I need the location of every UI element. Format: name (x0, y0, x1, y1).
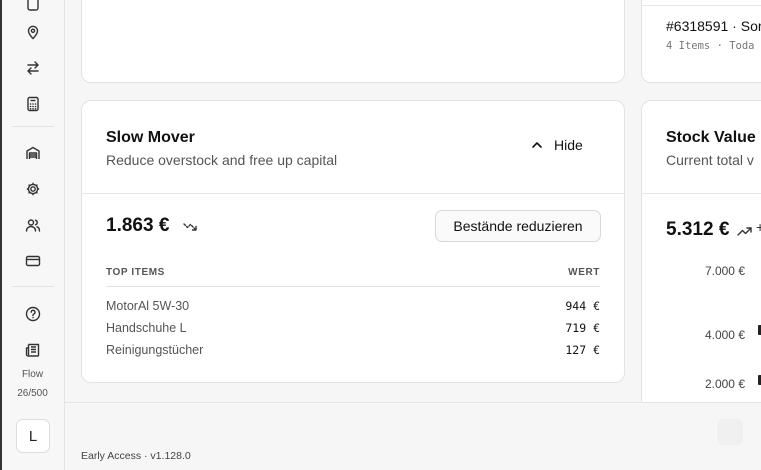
sidebar: Flow 26/500 L (0, 0, 65, 470)
item-value: 127 € (565, 343, 600, 357)
box-icon[interactable] (22, 0, 44, 15)
item-value: 944 € (565, 299, 600, 313)
chevron-up-icon (532, 142, 542, 148)
top-left-card (81, 0, 625, 83)
slow-mover-subtitle: Reduce overstock and free up capital (106, 152, 338, 168)
warehouse-icon[interactable] (22, 142, 44, 164)
top-items-table-header: TOP ITEMS WERT (106, 267, 600, 287)
main-content: #6318591 · Sor 4 Items · Toda Slow Mover… (65, 0, 761, 402)
item-name: Reinigungstücher (106, 343, 204, 357)
table-row[interactable]: Handschuhe L 719 € (106, 319, 600, 339)
recent-order-card: #6318591 · Sor 4 Items · Toda (641, 0, 761, 83)
sidebar-divider (12, 286, 54, 287)
sidebar-edge (0, 0, 2, 470)
reduce-stock-button[interactable]: Bestände reduzieren (435, 210, 601, 242)
card-divider (82, 193, 624, 194)
version-label: Early Access · v1.128.0 (81, 450, 191, 462)
y-axis-tick: 7.000 € (704, 264, 745, 278)
stock-value-card: Stock Value Current total v 5.312 € + 7.… (641, 100, 761, 402)
card-divider (642, 193, 761, 194)
faded-button[interactable] (717, 419, 743, 445)
item-value: 719 € (565, 321, 600, 335)
users-icon[interactable] (22, 214, 44, 236)
stock-value-title: Stock Value (666, 129, 756, 146)
order-meta: 4 Items · Toda (666, 40, 755, 52)
gear-icon[interactable] (22, 178, 44, 200)
map-pin-icon[interactable] (22, 21, 44, 43)
stock-value-subtitle: Current total v (666, 152, 754, 168)
trend-suffix: + (756, 219, 761, 235)
trend-up-icon (737, 227, 752, 236)
credit-card-icon[interactable] (22, 250, 44, 272)
order-title[interactable]: #6318591 · Sor (666, 18, 761, 34)
slow-mover-card: Slow Mover Reduce overstock and free up … (81, 100, 625, 383)
column-header-value: WERT (568, 267, 600, 278)
newspaper-icon[interactable] (22, 339, 44, 361)
flow-count: 26/500 (17, 388, 48, 399)
trend-down-dashed-icon (183, 223, 197, 231)
hide-button-label: Hide (554, 137, 583, 153)
hide-button[interactable]: Hide (530, 137, 583, 153)
column-header-top-items: TOP ITEMS (106, 267, 165, 278)
y-axis-tick: 2.000 € (704, 377, 745, 391)
table-row[interactable]: Reinigungstücher 127 € (106, 341, 600, 361)
y-axis-tick: 4.000 € (704, 328, 745, 342)
slow-mover-amount: 1.863 € (106, 215, 170, 236)
item-name: Handschuhe L (106, 321, 187, 335)
arrows-transfer-icon[interactable] (22, 57, 44, 79)
table-row[interactable]: MotorAl 5W-30 944 € (106, 297, 600, 317)
footer: Early Access · v1.128.0 (65, 402, 761, 470)
sidebar-divider (12, 126, 54, 127)
calculator-icon[interactable] (22, 93, 44, 115)
avatar[interactable]: L (16, 419, 50, 453)
flow-label: Flow (21, 369, 44, 380)
help-circle-icon[interactable] (22, 303, 44, 325)
slow-mover-title: Slow Mover (106, 129, 195, 146)
card-divider (642, 5, 761, 6)
item-name: MotorAl 5W-30 (106, 299, 190, 313)
stock-value-amount: 5.312 € (666, 219, 730, 240)
